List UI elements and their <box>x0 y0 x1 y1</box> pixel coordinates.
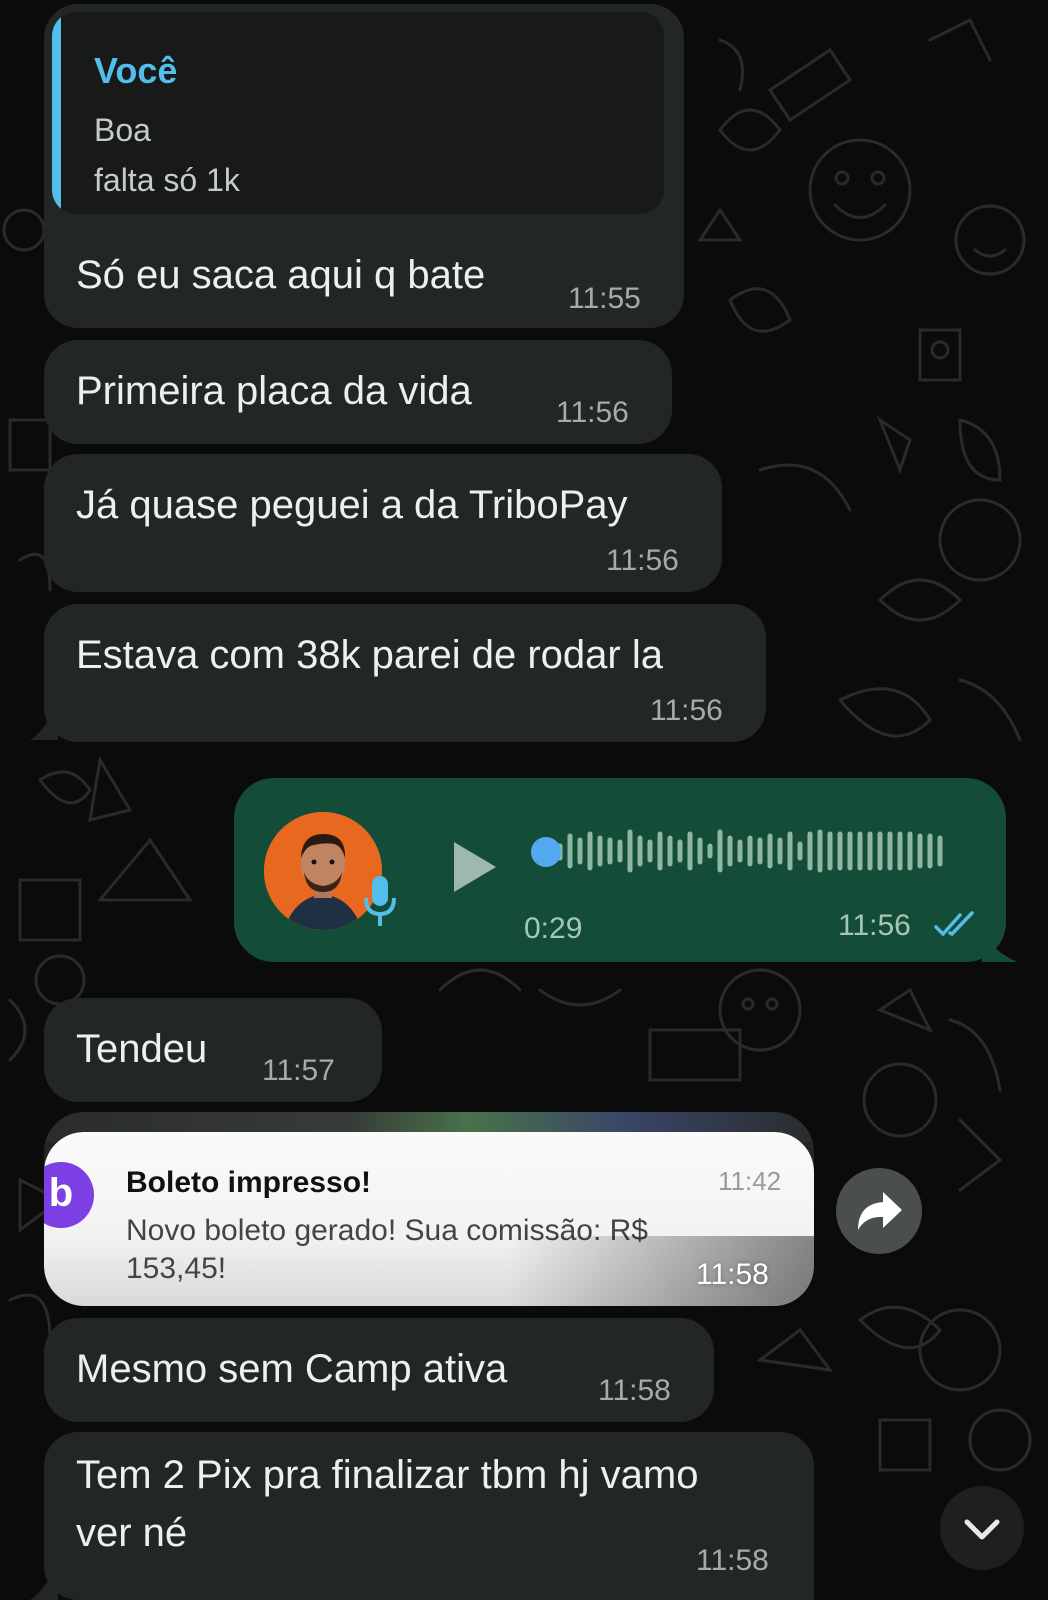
message-time: 11:58 <box>696 1258 769 1291</box>
message-text: Mesmo sem Camp ativa <box>76 1347 508 1391</box>
message-time: 11:56 <box>556 396 629 429</box>
incoming-message-bubble[interactable]: Você Boa falta só 1k Só eu saca aqui q b… <box>44 4 684 328</box>
message-text: Já quase peguei a da TriboPay <box>76 483 628 527</box>
message-time: 11:56 <box>838 909 911 942</box>
message-text: Só eu saca aqui q bate <box>76 253 486 297</box>
scroll-to-bottom-button[interactable] <box>940 1486 1024 1570</box>
quote-line: Boa <box>94 112 151 148</box>
message-time: 11:56 <box>650 694 723 727</box>
double-check-icon <box>934 911 974 937</box>
forward-button[interactable] <box>836 1168 922 1254</box>
incoming-message-bubble[interactable]: Já quase peguei a da TriboPay 11:56 <box>44 454 722 592</box>
message-time: 11:58 <box>598 1374 671 1407</box>
chevron-down-icon <box>964 1519 1000 1540</box>
message-time: 11:57 <box>262 1054 335 1087</box>
incoming-message-bubble[interactable]: Tendeu 11:57 <box>44 998 382 1102</box>
voice-duration: 0:29 <box>524 912 583 945</box>
message-text: Tendeu <box>76 1027 208 1071</box>
message-text: Estava com 38k parei de rodar la <box>76 633 663 677</box>
message-text: Primeira placa da vida <box>76 369 472 413</box>
quote-accent-bar <box>52 12 61 214</box>
image-message[interactable]: b Boleto impresso! 11:42 Novo boleto ger… <box>44 1112 814 1306</box>
microphone-icon <box>364 876 396 926</box>
quoted-message[interactable]: Você Boa falta só 1k <box>52 12 664 214</box>
incoming-message-bubble[interactable]: Tem 2 Pix pra finalizar tbm hj vamo ver … <box>44 1432 814 1600</box>
play-icon[interactable] <box>450 840 500 894</box>
incoming-message-bubble[interactable]: Mesmo sem Camp ativa 11:58 <box>44 1318 714 1422</box>
notification-time: 11:42 <box>718 1166 782 1196</box>
quote-line: falta só 1k <box>94 162 240 198</box>
waveform[interactable] <box>530 816 950 886</box>
forward-arrow-icon <box>858 1192 902 1230</box>
incoming-message-bubble[interactable]: Primeira placa da vida 11:56 <box>44 340 672 444</box>
message-text: Tem 2 Pix pra finalizar tbm hj vamo <box>76 1453 699 1497</box>
message-text: ver né <box>76 1511 188 1555</box>
notification-card: b Boleto impresso! 11:42 Novo boleto ger… <box>44 1132 814 1306</box>
outgoing-voice-message[interactable]: 0:29 11:56 <box>234 778 1006 962</box>
app-logo-icon: b <box>44 1162 94 1228</box>
message-time: 11:55 <box>568 282 641 315</box>
message-time: 11:56 <box>606 544 679 577</box>
quote-author: Você <box>94 50 178 91</box>
notification-title: Boleto impresso! <box>126 1166 372 1199</box>
incoming-message-bubble[interactable]: Estava com 38k parei de rodar la 11:56 <box>44 604 766 742</box>
message-time: 11:58 <box>696 1544 769 1577</box>
